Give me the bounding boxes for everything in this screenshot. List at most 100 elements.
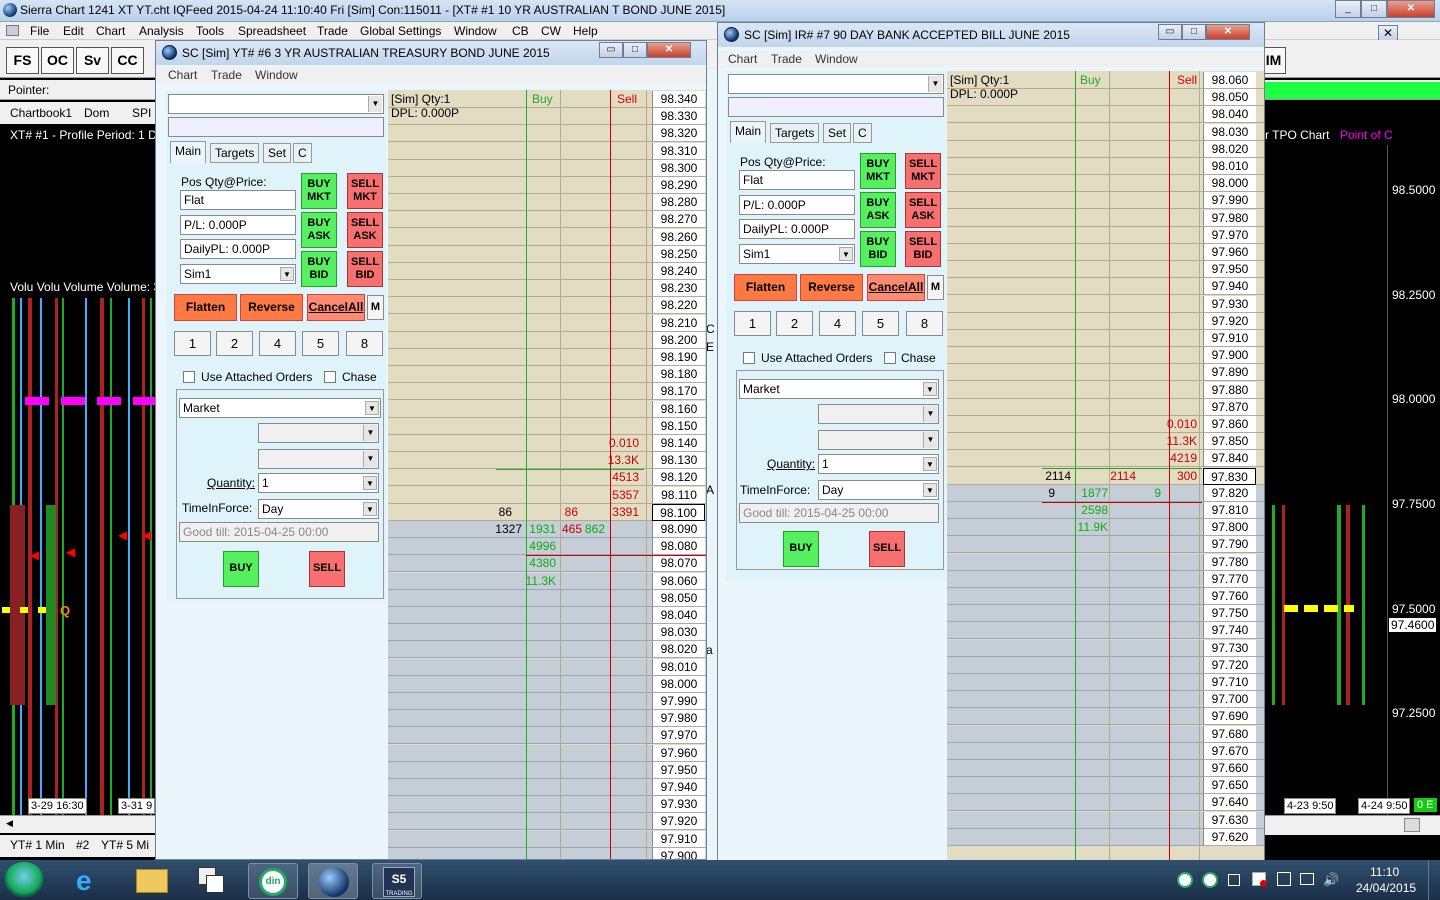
price-cell[interactable]: 97.690 (1203, 708, 1256, 726)
tab-yt-5-min[interactable]: YT# 5 Mi (101, 838, 159, 852)
price-cell[interactable]: 98.010 (1203, 158, 1256, 175)
price-cell[interactable]: 97.640 (1203, 794, 1256, 812)
maximize-button[interactable]: □ (1182, 24, 1206, 40)
close-button[interactable]: ✕ (1206, 24, 1250, 40)
tab-targets[interactable]: Targets (770, 123, 820, 143)
globe-icon[interactable] (308, 863, 358, 899)
tab-main[interactable]: Main (730, 121, 767, 143)
price-cell[interactable]: 97.910 (1203, 330, 1256, 347)
right-chart-area[interactable]: r TPO Chart Point of C 98.5000 98.2500 9… (1262, 125, 1440, 825)
price-cell[interactable]: 98.090 (652, 521, 705, 538)
price-cell[interactable]: 98.000 (652, 675, 705, 693)
good-till-field[interactable]: Good till: 2015-04-25 00:00 (179, 522, 379, 542)
chevron-down-icon[interactable]: ▼ (923, 382, 937, 396)
price-cell[interactable]: 97.790 (1203, 536, 1256, 554)
price-cell[interactable]: 98.070 (652, 555, 705, 573)
reverse-button[interactable]: Reverse (800, 274, 863, 301)
menu-spreadsheet[interactable]: Spreadsheet (238, 24, 306, 38)
price-cell[interactable]: 97.720 (1203, 656, 1256, 674)
buy-market-button[interactable]: BUY MKT (301, 173, 337, 209)
price-cell[interactable]: 98.310 (652, 142, 705, 160)
sell-bid-button[interactable]: SELL BID (905, 231, 941, 267)
price2-select[interactable]: ▼ (818, 430, 939, 450)
close-button[interactable]: ✕ (647, 42, 691, 58)
price-cell[interactable]: 97.680 (1203, 725, 1256, 743)
price-cell[interactable]: 98.000 (1203, 175, 1256, 193)
price-cell[interactable]: 98.060 (652, 572, 705, 590)
price2-select[interactable]: ▼ (258, 449, 379, 469)
menu-trade[interactable]: Trade (211, 68, 242, 82)
window-switch-icon[interactable] (188, 863, 238, 899)
price-cell[interactable]: 97.970 (652, 727, 705, 745)
price-cell[interactable]: 98.060 (1203, 72, 1256, 89)
price-ladder[interactable]: [Sim] Qty:1 DPL: 0.000P Buy Sell 98.340 9… (388, 90, 706, 859)
price-cell[interactable]: 98.010 (652, 658, 705, 676)
clock-date[interactable]: 24/04/2015 (1356, 881, 1416, 895)
menu-chart[interactable]: Chart (96, 24, 125, 38)
price-cell[interactable]: 97.830 (1203, 467, 1256, 485)
price-cell[interactable]: 97.800 (1203, 519, 1256, 537)
qty-button-1[interactable]: 1 (174, 331, 211, 356)
menu-help[interactable]: Help (573, 24, 598, 38)
qty-button-4[interactable]: 4 (259, 331, 296, 356)
price-cell[interactable]: 97.850 (1203, 433, 1256, 451)
menu-cb[interactable]: CB (512, 24, 529, 38)
price-cell[interactable]: 98.190 (652, 349, 705, 366)
scroll-left-icon[interactable]: ◀ (6, 818, 13, 829)
price-cell[interactable]: 98.250 (652, 245, 705, 263)
price-cell[interactable]: 97.960 (1203, 244, 1256, 261)
price-cell[interactable]: 98.170 (652, 383, 705, 401)
dom-window-title-bar[interactable]: SC [Sim] IR# #7 90 DAY BANK ACCEPTED BIL… (718, 23, 1264, 47)
sv-button[interactable]: Sv (76, 47, 109, 74)
m-button[interactable]: M (927, 275, 944, 300)
sell-ask-button[interactable]: SELL ASK (905, 192, 941, 228)
price-cell[interactable]: 98.280 (652, 194, 705, 212)
price-cell[interactable]: 97.960 (652, 744, 705, 762)
tray-din-icon[interactable] (1177, 872, 1193, 888)
flatten-button[interactable]: Flatten (174, 294, 237, 321)
menu-edit[interactable]: Edit (63, 24, 84, 38)
m-button[interactable]: M (367, 295, 384, 320)
chevron-down-icon[interactable]: ▼ (363, 451, 377, 467)
flatten-button[interactable]: Flatten (734, 274, 797, 301)
fs-button[interactable]: FS (6, 47, 39, 74)
order-type-select[interactable]: Market (739, 379, 939, 399)
dom-window-yt[interactable]: SC [Sim] YT# #6 3 YR AUSTRALIAN TREASURY… (155, 40, 707, 860)
sell-ask-button[interactable]: SELL ASK (347, 212, 383, 248)
oc-button[interactable]: OC (41, 47, 74, 74)
sell-bid-button[interactable]: SELL BID (347, 251, 383, 287)
din-icon[interactable]: din (248, 863, 298, 899)
price-cell[interactable]: 98.210 (652, 314, 705, 332)
tray-icon[interactable] (1277, 872, 1291, 886)
sell-button[interactable]: SELL (869, 531, 905, 567)
price-cell[interactable]: 98.030 (652, 624, 705, 642)
qty-button-8[interactable]: 8 (346, 331, 383, 356)
chevron-down-icon[interactable]: ▼ (368, 96, 382, 112)
price-cell[interactable]: 98.080 (652, 538, 705, 556)
price-cell[interactable]: 97.920 (1203, 312, 1256, 330)
chase-checkbox[interactable] (884, 352, 896, 364)
show-desktop-button[interactable] (1428, 860, 1440, 900)
scroll-thumb[interactable] (1404, 818, 1420, 832)
price-cell[interactable]: 97.930 (652, 796, 705, 814)
price-cell[interactable]: 98.260 (652, 228, 705, 246)
order-type-select[interactable]: Market (179, 398, 381, 418)
price-cell[interactable]: 98.140 (652, 435, 705, 452)
price-cell[interactable]: 98.180 (652, 366, 705, 384)
buy-market-button[interactable]: BUY MKT (860, 153, 896, 189)
tab-c[interactable]: C (293, 143, 312, 163)
price-cell[interactable]: 97.990 (1203, 192, 1256, 210)
tab-targets[interactable]: Targets (210, 143, 260, 163)
price-cell[interactable]: 97.980 (1203, 209, 1256, 227)
price1-select[interactable]: ▼ (258, 423, 379, 443)
chevron-down-icon[interactable]: ▼ (923, 406, 937, 422)
chevron-down-icon[interactable]: ▼ (280, 267, 294, 281)
tif-select[interactable]: Day (818, 480, 939, 500)
qty-button-5[interactable]: 5 (302, 331, 339, 356)
qty-button-5[interactable]: 5 (862, 311, 899, 336)
chevron-down-icon[interactable]: ▼ (923, 457, 937, 471)
menu-cw[interactable]: CW (541, 24, 561, 38)
price-cell[interactable]: 98.320 (652, 125, 705, 143)
price-cell[interactable]: 98.040 (652, 607, 705, 624)
price-cell[interactable]: 97.890 (1203, 364, 1256, 382)
